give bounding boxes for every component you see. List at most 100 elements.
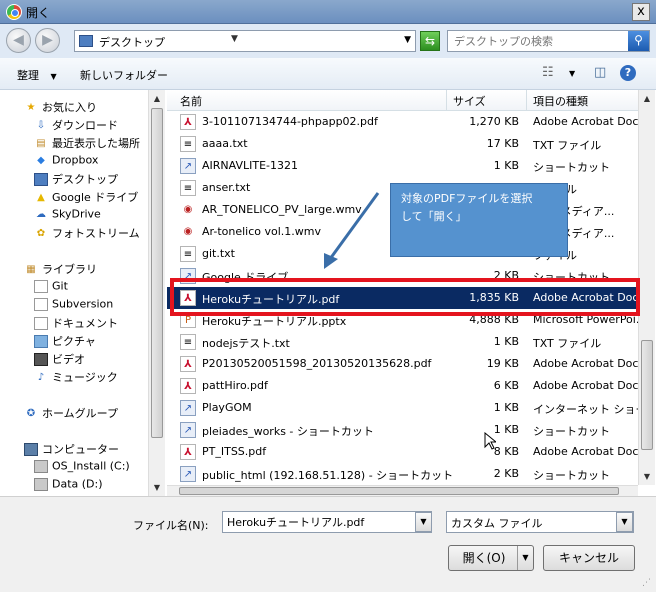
table-row[interactable]: ⅄ 3-101107134744-phpapp02.pdf 1,270 KB Adob… (167, 111, 638, 133)
navigation-bar: ◀ ▶ デスクトップ ▼ ▼ ⇆ ⚲ (0, 24, 656, 58)
address-bar[interactable]: デスクトップ ▼ ▼ (74, 30, 416, 52)
open-options-chevron-icon[interactable]: ▼ (517, 546, 533, 570)
scrollbar-thumb[interactable] (151, 108, 163, 438)
organize-label: 整理 (17, 69, 39, 82)
file-name: pleiades_works - ショートカット (202, 425, 374, 438)
video-file-icon: ◉ (180, 202, 196, 218)
libraries-header[interactable]: ▦ ライブラリ (24, 261, 97, 279)
sidebar-item-drive-d[interactable]: Data (D:) (34, 477, 103, 495)
table-row[interactable]: ↗ pleiades_works - ショートカット 1 KB ショートカット (167, 419, 638, 441)
column-divider[interactable] (526, 90, 527, 111)
column-name[interactable]: 名前 (180, 93, 202, 109)
sidebar-item-subversion[interactable]: Subversion (34, 297, 113, 315)
file-size: 8 KB (493, 445, 519, 458)
instruction-callout: 対象のPDFファイルを選択 して「開く」 (390, 183, 568, 257)
file-type: インターネット ショート... (533, 403, 638, 416)
chevron-down-icon: ▼ (50, 72, 57, 81)
sidebar-item-pictures[interactable]: ピクチャ (34, 333, 96, 351)
back-button[interactable]: ◀ (6, 28, 31, 53)
column-divider[interactable] (446, 90, 447, 111)
scroll-up-icon[interactable]: ▲ (149, 90, 165, 107)
navigation-pane-scrollbar[interactable]: ▲ ▼ (148, 90, 165, 496)
file-size: 2 KB (493, 467, 519, 480)
table-row[interactable]: ⅄ pattHiro.pdf 6 KB Adobe Acrobat Doc. (167, 375, 638, 397)
filetype-select[interactable]: カスタム ファイル (446, 511, 634, 533)
column-header: 名前 サイズ 項目の種類 (167, 90, 638, 111)
computer-header[interactable]: コンピューター (24, 441, 119, 459)
file-name: nodejsテスト.txt (202, 337, 290, 350)
star-icon: ★ (26, 101, 36, 113)
filetype-dropdown-icon[interactable]: ▼ (616, 512, 633, 532)
video-file-icon: ◉ (180, 224, 196, 240)
sidebar-item-homegroup[interactable]: ✪ ホームグループ (24, 405, 118, 423)
file-size: 19 KB (486, 357, 519, 370)
help-icon[interactable]: ? (620, 65, 636, 81)
search-input[interactable] (448, 31, 628, 51)
sidebar-item-drive-c[interactable]: OS_Install (C:) (34, 459, 130, 477)
favorites-header[interactable]: ★ お気に入り (24, 99, 97, 117)
sidebar-item-desktop[interactable]: デスクトップ (34, 171, 118, 189)
table-row[interactable]: ↗ public_html (192.168.51.128) - ショートカット 2… (167, 463, 638, 485)
view-dropdown-icon[interactable]: ▼ (569, 69, 575, 78)
open-button[interactable]: 開く(O) ▼ (448, 545, 534, 571)
sidebar-item-music[interactable]: ♪ ミュージック (34, 369, 118, 387)
preview-pane-icon[interactable]: ◫ (594, 65, 606, 80)
file-size: 1,270 KB (469, 115, 519, 128)
table-row[interactable]: ≡ nodejsテスト.txt 1 KB TXT ファイル (167, 331, 638, 353)
view-options-icon[interactable]: ☷ (542, 65, 554, 80)
search-box[interactable]: ⚲ (447, 30, 650, 52)
file-type: TXT ファイル (533, 337, 602, 350)
table-row[interactable]: ↗ PlayGOM 1 KB インターネット ショート... (167, 397, 638, 419)
new-folder-button[interactable]: 新しいフォルダー (80, 67, 168, 83)
sidebar-item-downloads[interactable]: ⇩ ダウンロード (34, 117, 118, 135)
photostream-icon: ✿ (36, 227, 46, 239)
library-folder-icon (34, 297, 48, 311)
sidebar-item-documents[interactable]: ドキュメント (34, 315, 118, 333)
sidebar-item-skydrive[interactable]: ☁ SkyDrive (34, 207, 101, 225)
title-bar: 開く x (0, 0, 656, 24)
horizontal-scrollbar[interactable] (167, 485, 638, 496)
forward-button[interactable]: ▶ (35, 28, 60, 53)
desktop-folder-icon (79, 35, 93, 47)
address-dropdown-icon[interactable]: ▼ (404, 35, 411, 45)
file-name: P20130520051598_20130520135628.pdf (202, 357, 432, 370)
file-list-scrollbar[interactable]: ▲ ▼ (638, 90, 655, 485)
sidebar-item-recent[interactable]: ▤ 最近表示した場所 (34, 135, 140, 153)
scrollbar-thumb[interactable] (179, 487, 619, 495)
scroll-down-icon[interactable]: ▼ (639, 468, 655, 485)
scrollbar-thumb[interactable] (641, 340, 653, 450)
sidebar-item-videos[interactable]: ビデオ (34, 351, 85, 369)
table-row[interactable]: ↗ AIRNAVLITE-1321 1 KB ショートカット (167, 155, 638, 177)
refresh-button[interactable]: ⇆ (420, 31, 440, 51)
drive-icon (34, 459, 48, 473)
table-row[interactable]: ≡ aaaa.txt 17 KB TXT ファイル (167, 133, 638, 155)
address-text: デスクトップ (99, 36, 165, 49)
file-type: Adobe Acrobat Doc. (533, 445, 638, 458)
organize-menu[interactable]: 整理 ▼ (17, 67, 57, 83)
scroll-down-icon[interactable]: ▼ (149, 479, 165, 496)
sidebar-item-google-drive[interactable]: ▲ Google ドライブ (34, 189, 138, 207)
file-name: git.txt (202, 247, 235, 260)
scroll-up-icon[interactable]: ▲ (639, 90, 655, 107)
search-icon[interactable]: ⚲ (628, 31, 649, 51)
cancel-button[interactable]: キャンセル (543, 545, 635, 571)
shortcut-icon: ↗ (180, 158, 196, 174)
filename-dropdown-icon[interactable]: ▼ (415, 512, 432, 532)
file-name: pattHiro.pdf (202, 379, 268, 392)
table-row[interactable]: ⅄ P20130520051598_20130520135628.pdf 19 KB… (167, 353, 638, 375)
sidebar-item-git[interactable]: Git (34, 279, 68, 297)
pdf-icon: ⅄ (180, 356, 196, 372)
resize-grip-icon[interactable]: ⋰ (642, 578, 654, 590)
file-type: Adobe Acrobat Doc. (533, 115, 638, 128)
file-name: anser.txt (202, 181, 251, 194)
breadcrumb-chevron-icon[interactable]: ▼ (231, 34, 238, 44)
sidebar-item-dropbox[interactable]: ◆ Dropbox (34, 153, 98, 171)
column-size[interactable]: サイズ (453, 93, 486, 109)
close-button[interactable]: x (632, 3, 650, 21)
sidebar-item-photostream[interactable]: ✿ フォトストリーム (34, 225, 140, 243)
table-row[interactable]: ⅄ PT_ITSS.pdf 8 KB Adobe Acrobat Doc. (167, 441, 638, 463)
chrome-icon (6, 4, 22, 20)
column-type[interactable]: 項目の種類 (533, 93, 588, 109)
dropbox-icon: ◆ (37, 154, 45, 166)
filename-input[interactable] (222, 511, 432, 533)
